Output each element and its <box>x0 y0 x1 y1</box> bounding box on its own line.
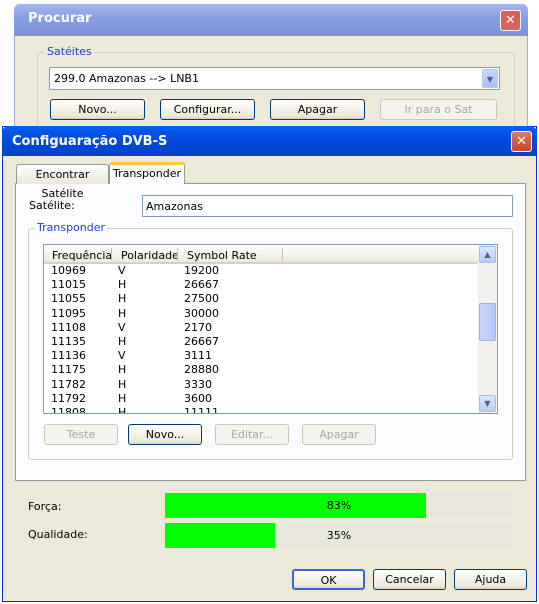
cancel-button[interactable]: Cancelar <box>373 569 446 590</box>
scroll-down-icon[interactable]: ▼ <box>479 395 496 412</box>
table-row[interactable]: 10969 V 19200 <box>44 264 478 278</box>
dialog-title: Configuaração DVB-S <box>12 134 168 149</box>
frequency-cell: 11808 <box>51 405 86 413</box>
column-header-polarity[interactable]: Polaridade <box>121 249 179 262</box>
frequency-cell: 11135 <box>51 334 86 348</box>
symbol-rate-cell: 2170 <box>184 320 212 334</box>
polarity-cell: H <box>118 278 127 292</box>
frequency-cell: 11136 <box>51 349 86 363</box>
column-header-frequency[interactable]: Frequência <box>52 249 112 262</box>
frequency-cell: 11015 <box>51 278 86 292</box>
signal-quality-bar: 35% <box>165 523 513 548</box>
satellites-group-label: Satéites <box>45 45 94 58</box>
symbol-rate-cell: 11111 <box>184 405 219 413</box>
symbol-rate-cell: 28880 <box>184 363 219 377</box>
symbol-rate-cell: 26667 <box>184 278 219 292</box>
symbol-rate-cell: 26667 <box>184 334 219 348</box>
polarity-cell: H <box>118 306 127 320</box>
frequency-cell: 11108 <box>51 320 86 334</box>
new-transponder-button[interactable]: Novo... <box>128 424 202 445</box>
table-row[interactable]: 11015 H 26667 <box>44 278 478 292</box>
chevron-down-icon[interactable]: ▼ <box>482 69 498 88</box>
procurar-close-icon[interactable]: ✕ <box>500 10 521 31</box>
satellite-select-value: 299.0 Amazonas --> LNB1 <box>54 72 199 85</box>
scroll-up-icon[interactable]: ▲ <box>479 246 496 263</box>
symbol-rate-cell: 3330 <box>184 377 212 391</box>
frequency-cell: 11095 <box>51 306 86 320</box>
frequency-cell: 10969 <box>51 264 86 277</box>
symbol-rate-cell: 30000 <box>184 306 219 320</box>
transponder-rows: 10969 V 19200 11015 H 26667 11055 H 27500 11095 H 3… <box>44 264 478 413</box>
table-row[interactable]: 11055 H 27500 <box>44 292 478 306</box>
delete-transponder-button[interactable]: Apagar <box>302 424 376 445</box>
frequency-cell: 11782 <box>51 377 86 391</box>
table-row[interactable]: 11782 H 3330 <box>44 378 478 392</box>
polarity-cell: V <box>118 264 126 277</box>
transponder-group-label: Transponder <box>35 221 108 234</box>
table-row[interactable]: 11108 V 2170 <box>44 321 478 335</box>
help-button[interactable]: Ajuda <box>454 569 527 590</box>
signal-strength-text: 83% <box>326 499 352 512</box>
goto-satellite-button[interactable]: Ir para o Sat <box>380 99 497 120</box>
column-divider[interactable] <box>111 248 112 261</box>
list-scrollbar[interactable]: ▲ ▼ <box>478 245 497 413</box>
symbol-rate-cell: 3600 <box>184 391 212 405</box>
symbol-rate-cell: 19200 <box>184 264 219 277</box>
strength-label: Força: <box>28 500 62 513</box>
delete-satellite-button[interactable]: Apagar <box>270 99 365 120</box>
table-row[interactable]: 11136 V 3111 <box>44 349 478 363</box>
configure-button[interactable]: Configurar... <box>160 99 255 120</box>
new-satellite-button[interactable]: Novo... <box>50 99 145 120</box>
procurar-title: Procurar <box>28 11 92 26</box>
frequency-cell: 11792 <box>51 391 86 405</box>
signal-strength-bar: 83% <box>165 493 513 518</box>
polarity-cell: V <box>118 349 126 363</box>
quality-label: Qualidade: <box>28 528 88 541</box>
frequency-cell: 11175 <box>51 363 86 377</box>
polarity-cell: H <box>118 363 127 377</box>
column-header-symbol-rate[interactable]: Symbol Rate <box>187 249 257 262</box>
ok-button[interactable]: OK <box>292 569 365 590</box>
signal-quality-text: 35% <box>326 529 352 542</box>
tab-transponder[interactable]: Transponder <box>109 162 185 184</box>
symbol-rate-cell: 3111 <box>184 349 212 363</box>
table-row[interactable]: 11095 H 30000 <box>44 307 478 321</box>
scroll-thumb[interactable] <box>479 303 496 341</box>
polarity-cell: H <box>118 334 127 348</box>
satellite-name-value: Amazonas <box>146 200 203 213</box>
column-divider[interactable] <box>282 248 283 261</box>
frequency-cell: 11055 <box>51 292 86 306</box>
edit-transponder-button[interactable]: Editar... <box>215 424 289 445</box>
satellites-group-box <box>37 52 515 132</box>
polarity-cell: H <box>118 292 127 306</box>
close-icon[interactable]: ✕ <box>511 131 532 152</box>
polarity-cell: H <box>118 405 127 413</box>
table-row[interactable]: 11808 H 11111 <box>44 406 478 413</box>
satellite-label: Satélite: <box>29 199 75 212</box>
table-row[interactable]: 11135 H 26667 <box>44 335 478 349</box>
polarity-cell: V <box>118 320 126 334</box>
column-divider[interactable] <box>177 248 178 261</box>
table-row[interactable]: 11792 H 3600 <box>44 392 478 406</box>
tab-find-satellite[interactable]: Encontrar Satélite <box>16 164 109 200</box>
polarity-cell: H <box>118 377 127 391</box>
test-button[interactable]: Teste <box>44 424 118 445</box>
polarity-cell: H <box>118 391 127 405</box>
table-row[interactable]: 11175 H 28880 <box>44 363 478 377</box>
symbol-rate-cell: 27500 <box>184 292 219 306</box>
